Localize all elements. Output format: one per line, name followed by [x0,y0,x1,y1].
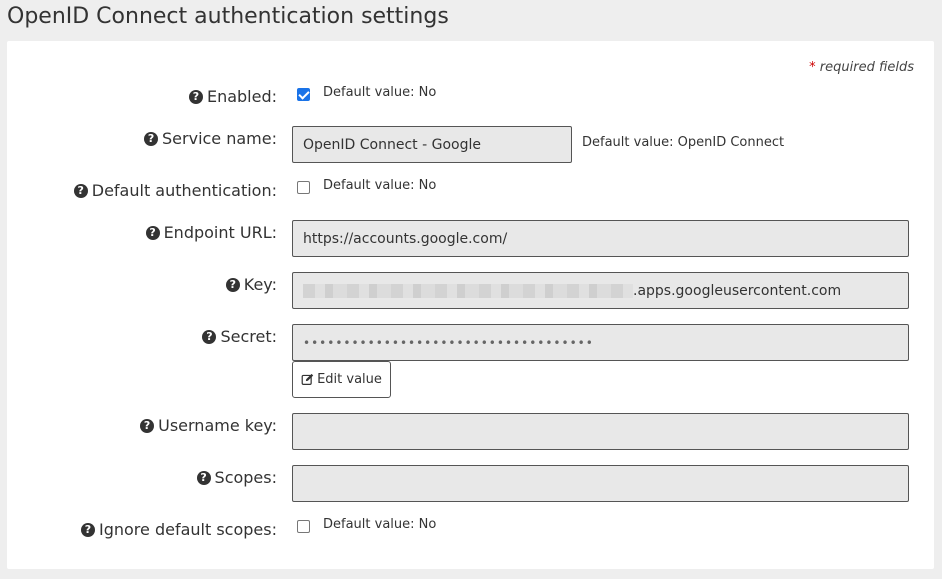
default-auth-label: ? Default authentication: [73,181,277,200]
default-auth-label-text: Default authentication: [91,181,277,200]
question-circle-icon[interactable]: ? [140,418,155,433]
required-note-text: required fields [819,60,914,75]
enabled-default-hint: Default value: No [323,85,437,100]
username-key-label-text: Username key: [158,416,277,435]
key-suffix: .apps.googleusercontent.com [633,282,842,299]
secret-label-text: Secret: [220,327,277,346]
secret-masked-value: •••••••••••••••••••••••••••••••••••• [303,335,594,350]
endpoint-url-input[interactable]: https://accounts.google.com/ [292,220,909,257]
secret-label: ? Secret: [202,327,277,346]
question-circle-icon[interactable]: ? [81,522,95,537]
key-label: ? Key: [225,275,277,294]
scopes-input[interactable] [292,465,909,502]
key-input[interactable]: .apps.googleusercontent.com [292,272,909,309]
endpoint-url-label-text: Endpoint URL: [163,223,277,242]
ignore-default-scopes-label-text: Ignore default scopes: [99,520,277,539]
secret-input[interactable]: •••••••••••••••••••••••••••••••••••• [292,324,909,361]
username-key-label: ? Username key: [140,416,277,435]
ignore-default-scopes-hint: Default value: No [323,517,437,532]
edit-value-button[interactable]: Edit value [292,361,391,398]
scopes-label: ? Scopes: [196,468,277,487]
page-title: OpenID Connect authentication settings [7,4,449,29]
username-key-input[interactable] [292,413,909,450]
question-circle-icon[interactable]: ? [188,89,203,104]
service-name-default-hint: Default value: OpenID Connect [582,135,785,150]
required-fields-note: * required fields [809,60,914,75]
question-circle-icon[interactable]: ? [225,277,240,292]
ignore-default-scopes-label: ? Ignore default scopes: [81,520,277,539]
endpoint-url-label: ? Endpoint URL: [145,223,277,242]
ignore-default-scopes-checkbox[interactable] [297,520,310,533]
pencil-square-icon [301,373,314,385]
enabled-label: ? Enabled: [188,87,277,106]
question-circle-icon[interactable]: ? [144,131,159,146]
settings-panel: * required fields ? Enabled: Default val… [7,41,934,569]
service-name-label: ? Service name: [144,129,277,148]
service-name-label-text: Service name: [162,129,277,148]
redacted-key-prefix [303,283,633,298]
question-circle-icon[interactable]: ? [145,225,160,240]
question-circle-icon[interactable]: ? [73,183,88,198]
question-circle-icon[interactable]: ? [196,470,211,485]
enabled-label-text: Enabled: [206,87,277,106]
default-auth-default-hint: Default value: No [323,178,437,193]
edit-value-label: Edit value [317,372,382,387]
service-name-input[interactable]: OpenID Connect - Google [292,126,572,163]
key-label-text: Key: [243,275,277,294]
scopes-label-text: Scopes: [214,468,277,487]
default-auth-checkbox[interactable] [297,181,310,194]
required-star: * [809,60,816,75]
enabled-checkbox[interactable] [297,88,310,101]
question-circle-icon[interactable]: ? [202,329,217,344]
